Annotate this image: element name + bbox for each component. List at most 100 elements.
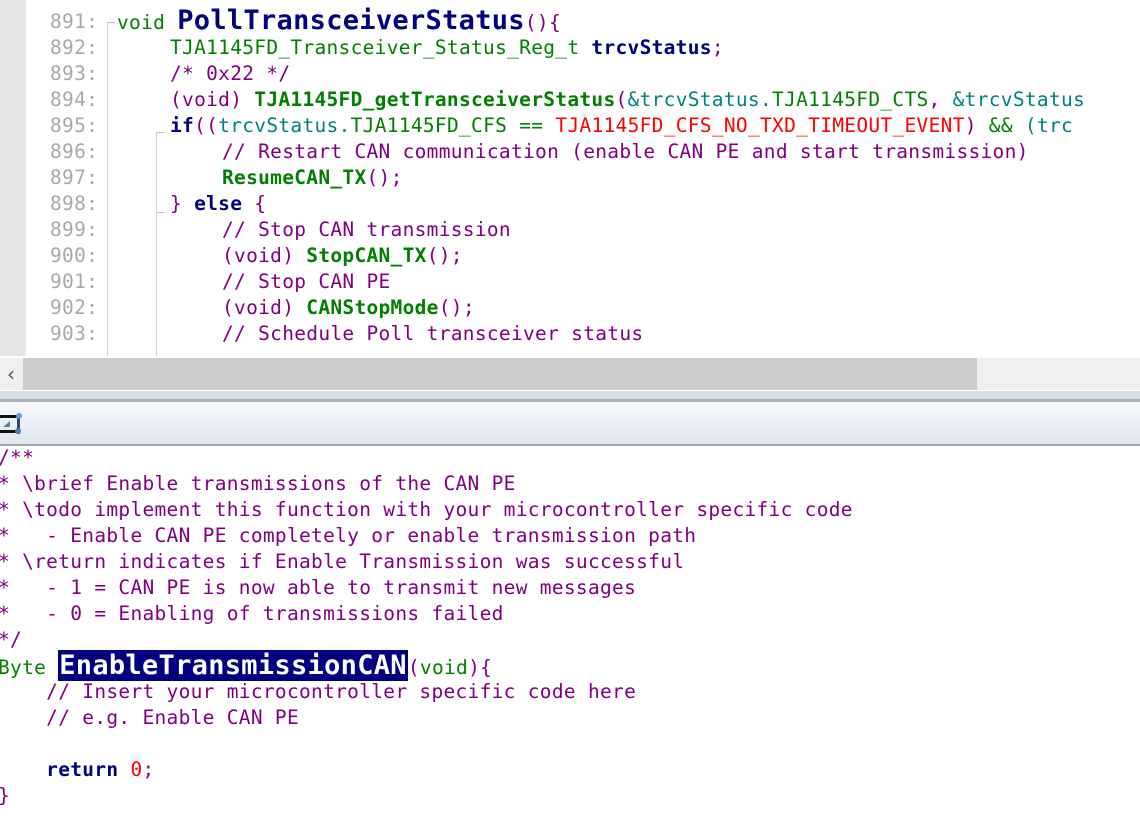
code-token: ( [615,88,628,111]
line-number: 900: [50,244,99,267]
code-token: // Stop CAN transmission [222,218,511,241]
code-token: ; [142,758,155,781]
code-line: (void) CANStopMode(); [222,296,475,319]
code-line: * - 1 = CAN PE is now able to transmit n… [0,576,636,599]
code-line: * - 0 = Enabling of transmissions failed [0,602,504,625]
code-line: // Insert your microcontroller specific … [0,680,636,703]
code-token: * - 0 = Enabling of transmissions failed [0,602,504,625]
code-line: * \return indicates if Enable Transmissi… [0,550,684,573]
code-token: * - Enable CAN PE completely or enable t… [0,524,697,547]
code-token: * \brief Enable transmissions of the CAN… [0,472,516,495]
code-token: (); [366,166,403,189]
code-token: * \todo implement this function with you… [0,498,853,521]
code-token: == [519,114,556,137]
fold-marker [156,132,164,133]
code-editor-top[interactable]: 891: void PollTransceiverStatus(){892: TJA… [0,0,1140,356]
line-number: 903: [50,322,99,345]
horizontal-scrollbar[interactable]: ‹ [0,358,1140,390]
editor-margin [0,0,26,356]
code-token: ( [407,656,420,679]
line-number: 894: [50,88,99,111]
code-token: if [170,114,195,137]
code-line: // Stop CAN PE [222,270,391,293]
code-token: void [419,656,469,679]
fold-marker [156,212,164,213]
code-token: CANStopMode [306,296,439,319]
code-line: * - Enable CAN PE completely or enable t… [0,524,696,547]
code-token: } [170,192,195,215]
code-token: /* 0x22 */ [170,62,291,85]
code-token: { [254,192,267,215]
code-token: * \return indicates if Enable Transmissi… [0,550,685,573]
line-number: 891: [50,10,99,33]
code-line: ResumeCAN_TX(); [222,166,403,189]
code-token: trcvStatus [591,36,712,59]
code-token: */ [0,628,23,651]
fold-marker [107,22,115,23]
code-line: // e.g. Enable CAN PE [0,706,299,729]
line-number: 893: [50,62,99,85]
selected-function-name[interactable]: EnableTransmissionCAN [58,650,408,681]
code-token: &trcvStatus [952,88,1086,111]
line-number: 901: [50,270,99,293]
code-token: StopCAN_TX [306,244,427,267]
code-editor-bottom[interactable]: /** * \brief Enable transmissions of the … [0,446,1140,836]
code-token: (void) [222,296,307,319]
fold-guide [156,132,157,356]
line-number: 895: [50,114,99,137]
code-token: // e.g. Enable CAN PE [0,706,299,729]
code-line: (void) StopCAN_TX(); [222,244,463,267]
code-line: void PollTransceiverStatus(){ [117,5,561,36]
code-token: 0 [130,758,143,781]
code-token: TJA1145FD_getTransceiverStatus [254,88,616,111]
code-token: (( [194,114,219,137]
code-token: /** [0,446,35,469]
code-token: trcvStatus. [218,114,351,137]
code-line: * \brief Enable transmissions of the CAN… [0,472,516,495]
code-token: TJA1145FD_Transceiver_Status_Reg_t [170,36,592,59]
code-line: // Stop CAN transmission [222,218,511,241]
code-token: ){ [468,656,493,679]
code-token: // Stop CAN PE [222,270,391,293]
code-token: } [0,784,10,807]
split-pane-icon[interactable] [0,412,24,436]
code-token: return [0,758,131,781]
code-line: (void) TJA1145FD_getTransceiverStatus( &t… [170,88,1085,111]
code-token: // Restart CAN communication (enable CAN… [222,140,1029,163]
code-token: (trc [1024,114,1074,137]
code-token: , [928,88,953,111]
code-token: (void) [222,244,307,267]
code-line: /* 0x22 */ [170,62,290,85]
line-number: 902: [50,296,99,319]
code-token: (); [426,244,463,267]
code-line: /** [0,446,34,469]
code-token: && [988,114,1025,137]
code-line: Byte EnableTransmissionCAN(void){ [0,650,492,681]
code-line: // Restart CAN communication (enable CAN… [222,140,1029,163]
code-token: void [117,11,178,34]
scroll-left-arrow-icon[interactable]: ‹ [0,358,22,390]
code-line: } [0,784,10,807]
code-token: else [194,192,255,215]
line-number: 898: [50,192,99,215]
code-token: Byte [0,656,59,679]
code-token: ResumeCAN_TX [222,166,367,189]
pane-splitter[interactable] [0,391,1140,402]
function-name: PollTransceiverStatus [177,5,525,36]
code-token: TJA1145FD_CFS_NO_TXD_TIMEOUT_EVENT [555,114,965,137]
editor-toolbar [0,402,1140,446]
code-token: ) [964,114,989,137]
line-number: 892: [50,36,99,59]
code-token: ; [711,36,724,59]
code-token: * - 1 = CAN PE is now able to transmit n… [0,576,637,599]
code-line: // Schedule Poll transceiver status [222,322,643,345]
code-token: // Schedule Poll transceiver status [222,322,644,345]
fold-guide [107,22,108,356]
line-number: 899: [50,218,99,241]
scrollbar-thumb[interactable] [23,358,977,390]
line-number: 896: [50,140,99,163]
code-token: (void) [170,88,255,111]
code-token: TJA1145FD_CFS [350,114,520,137]
code-line: */ [0,628,22,651]
code-line: TJA1145FD_Transceiver_Status_Reg_t trcvS… [170,36,724,59]
